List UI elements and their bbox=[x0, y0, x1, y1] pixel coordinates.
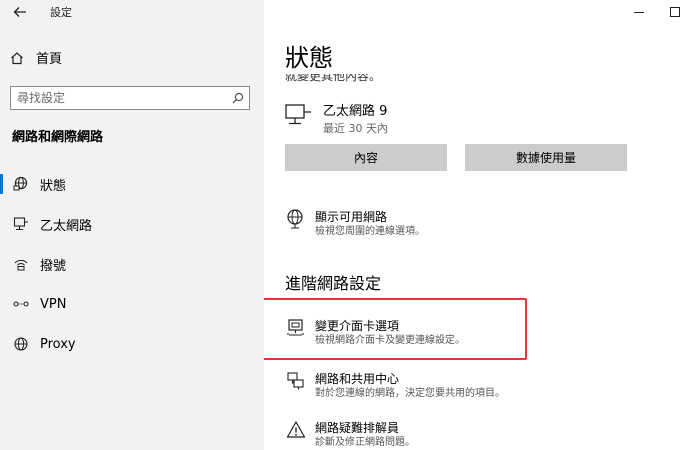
sidebar-item-status[interactable]: 狀態 bbox=[0, 168, 264, 200]
advanced-settings-heading: 進階網路設定 bbox=[285, 274, 382, 293]
minimize-button[interactable] bbox=[624, 2, 654, 22]
list-item-title: 變更介面卡選項 bbox=[315, 319, 400, 333]
connection-subtitle: 最近 30 天內 bbox=[323, 122, 388, 135]
sidebar-item-label: 狀態 bbox=[40, 178, 67, 194]
ethernet-connection-icon bbox=[285, 103, 313, 131]
page-title: 狀態 bbox=[285, 44, 333, 72]
vpn-icon bbox=[12, 295, 30, 313]
sharing-center-icon bbox=[285, 371, 307, 393]
sidebar-item-home[interactable]: 首頁 bbox=[10, 48, 62, 67]
maximize-icon bbox=[670, 7, 680, 17]
maximize-button[interactable] bbox=[660, 2, 690, 22]
sidebar-item-label: Proxy bbox=[40, 336, 76, 352]
sidebar-item-dialup[interactable]: 撥號 bbox=[0, 248, 264, 280]
back-button[interactable] bbox=[6, 0, 34, 24]
home-icon bbox=[11, 51, 23, 64]
network-sharing-center[interactable]: 網路和共用中心 對於您連線的網路，決定您要共用的項目。 bbox=[285, 371, 505, 401]
search-box bbox=[10, 86, 250, 110]
show-available-networks[interactable]: 顯示可用網路 檢視您周圍的連線選項。 bbox=[285, 209, 425, 239]
sidebar-item-vpn[interactable]: VPN bbox=[0, 288, 264, 320]
app-title: 設定 bbox=[50, 6, 72, 19]
list-item-title: 顯示可用網路 bbox=[315, 210, 388, 224]
sidebar-item-label: 乙太網路 bbox=[40, 218, 93, 234]
connection-name: 乙太網路 9 bbox=[323, 104, 388, 119]
change-adapter-options[interactable]: 變更介面卡選項 檢視網路介面卡及變更連線設定。 bbox=[285, 318, 465, 348]
list-item-title: 網路和共用中心 bbox=[315, 372, 400, 386]
adapter-icon bbox=[285, 318, 307, 340]
list-item-desc: 檢視您周圍的連線選項。 bbox=[315, 226, 425, 237]
cutoff-description-text: 就變更其他內容。 bbox=[285, 74, 382, 83]
main-content: 狀態 就變更其他內容。 乙太網路 9 最近 30 天內 內容 數據使用量 顯示可… bbox=[264, 0, 692, 450]
back-arrow-icon bbox=[13, 7, 26, 17]
ethernet-icon bbox=[12, 215, 30, 233]
globe-status-icon bbox=[12, 175, 30, 193]
sidebar: 設定 首頁 網路和網際網路 狀態 bbox=[0, 0, 264, 450]
globe-icon bbox=[12, 335, 30, 353]
list-item-desc: 對於您連線的網路，決定您要共用的項目。 bbox=[315, 388, 505, 399]
list-item-title: 網路疑難排解員 bbox=[315, 421, 400, 435]
sidebar-item-ethernet[interactable]: 乙太網路 bbox=[0, 208, 264, 240]
sidebar-item-home-label: 首頁 bbox=[36, 52, 63, 67]
properties-button[interactable]: 內容 bbox=[285, 144, 447, 171]
minimize-icon bbox=[634, 12, 644, 13]
search-icon[interactable] bbox=[227, 92, 249, 104]
dialup-icon bbox=[12, 255, 30, 273]
sidebar-section-title: 網路和網際網路 bbox=[12, 130, 104, 145]
sidebar-item-label: VPN bbox=[40, 296, 67, 312]
data-usage-button[interactable]: 數據使用量 bbox=[465, 144, 627, 171]
network-globe-icon bbox=[285, 209, 307, 231]
list-item-desc: 檢視網路介面卡及變更連線設定。 bbox=[315, 335, 465, 346]
list-item-desc: 診斷及修正網路問題。 bbox=[315, 437, 415, 448]
network-troubleshooter[interactable]: 網路疑難排解員 診斷及修正網路問題。 bbox=[285, 420, 415, 450]
search-input[interactable] bbox=[11, 88, 227, 108]
cutoff-description: 就變更其他內容。 bbox=[285, 74, 381, 83]
sidebar-item-label: 撥號 bbox=[40, 258, 67, 274]
warning-icon bbox=[285, 420, 307, 442]
sidebar-item-proxy[interactable]: Proxy bbox=[0, 328, 264, 360]
